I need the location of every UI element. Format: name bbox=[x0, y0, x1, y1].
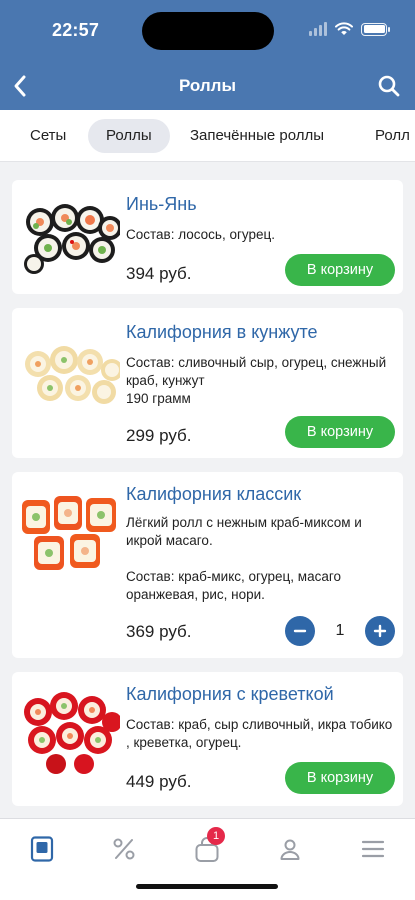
home-indicator bbox=[136, 884, 278, 889]
cellular-signal-icon bbox=[309, 22, 327, 36]
battery-icon bbox=[361, 22, 390, 36]
search-button[interactable] bbox=[373, 70, 405, 102]
wifi-icon bbox=[335, 22, 353, 35]
product-description: Лёгкий ролл с нежным краб-миксом и икрой… bbox=[126, 515, 362, 602]
tabbar-cart[interactable]: 1 bbox=[187, 827, 227, 869]
add-to-cart-button[interactable]: В корзину bbox=[285, 416, 395, 448]
quantity-stepper: 1 bbox=[285, 616, 395, 648]
profile-icon bbox=[280, 839, 300, 860]
tabbar-menu[interactable] bbox=[22, 829, 62, 869]
product-name[interactable]: Калифорния с креветкой bbox=[126, 684, 334, 705]
tab-rolls-more[interactable]: Ролл bbox=[357, 119, 415, 153]
product-name[interactable]: Калифорния классик bbox=[126, 484, 301, 505]
add-to-cart-button[interactable]: В корзину bbox=[285, 762, 395, 794]
category-tabs: Сеты Роллы Запечённые роллы Ролл bbox=[0, 110, 415, 162]
product-image-yin-yang bbox=[24, 204, 120, 274]
product-description: Состав: краб, сыр сливочный, икра тобико… bbox=[126, 717, 393, 750]
decrease-quantity-button[interactable] bbox=[285, 616, 315, 646]
product-description: Состав: лосось, огурец. bbox=[126, 227, 275, 242]
status-time: 22:57 bbox=[52, 20, 100, 40]
hamburger-menu-icon bbox=[361, 840, 385, 858]
minus-icon bbox=[293, 629, 307, 633]
product-card[interactable]: Калифорния классик Лёгкий ролл с нежным … bbox=[12, 472, 403, 658]
cart-count-badge: 1 bbox=[207, 827, 225, 845]
product-price: 299 руб. bbox=[126, 426, 192, 445]
increase-quantity-button[interactable] bbox=[365, 616, 395, 646]
quantity-value: 1 bbox=[335, 622, 345, 639]
add-to-cart-button[interactable]: В корзину bbox=[285, 254, 395, 286]
status-icons bbox=[309, 22, 390, 36]
tab-baked-rolls[interactable]: Запечённые роллы bbox=[172, 119, 342, 153]
product-card[interactable]: Калифорния в кунжуте Состав: сливочный с… bbox=[12, 308, 403, 458]
product-price: 394 руб. bbox=[126, 264, 192, 283]
product-image-california-classic bbox=[22, 496, 116, 570]
product-name[interactable]: Калифорния в кунжуте bbox=[126, 322, 318, 343]
tab-rolls[interactable]: Роллы bbox=[88, 119, 170, 153]
product-description: Состав: сливочный сыр, огурец, снежный к… bbox=[126, 355, 387, 406]
product-price: 369 руб. bbox=[126, 622, 192, 641]
menu-book-icon bbox=[30, 836, 54, 862]
product-card[interactable]: Инь-Янь Состав: лосось, огурец. 394 руб.… bbox=[12, 180, 403, 294]
dynamic-island bbox=[142, 12, 274, 50]
product-price: 449 руб. bbox=[126, 772, 192, 791]
tabbar-discounts[interactable] bbox=[104, 829, 144, 869]
product-card[interactable]: Калифорния с креветкой Состав: краб, сыр… bbox=[12, 672, 403, 806]
page-title: Роллы bbox=[179, 76, 236, 95]
tabbar-more[interactable] bbox=[353, 829, 393, 869]
app-header: 22:57 Роллы bbox=[0, 0, 415, 110]
plus-icon bbox=[373, 624, 387, 638]
tabbar-profile[interactable] bbox=[270, 829, 310, 869]
discount-percent-icon bbox=[113, 838, 135, 860]
search-icon bbox=[378, 75, 400, 97]
tab-sets[interactable]: Сеты bbox=[12, 119, 84, 153]
product-name[interactable]: Инь-Янь bbox=[126, 194, 197, 215]
product-image-california-shrimp bbox=[24, 692, 120, 774]
product-image-california-sesame bbox=[25, 346, 120, 404]
